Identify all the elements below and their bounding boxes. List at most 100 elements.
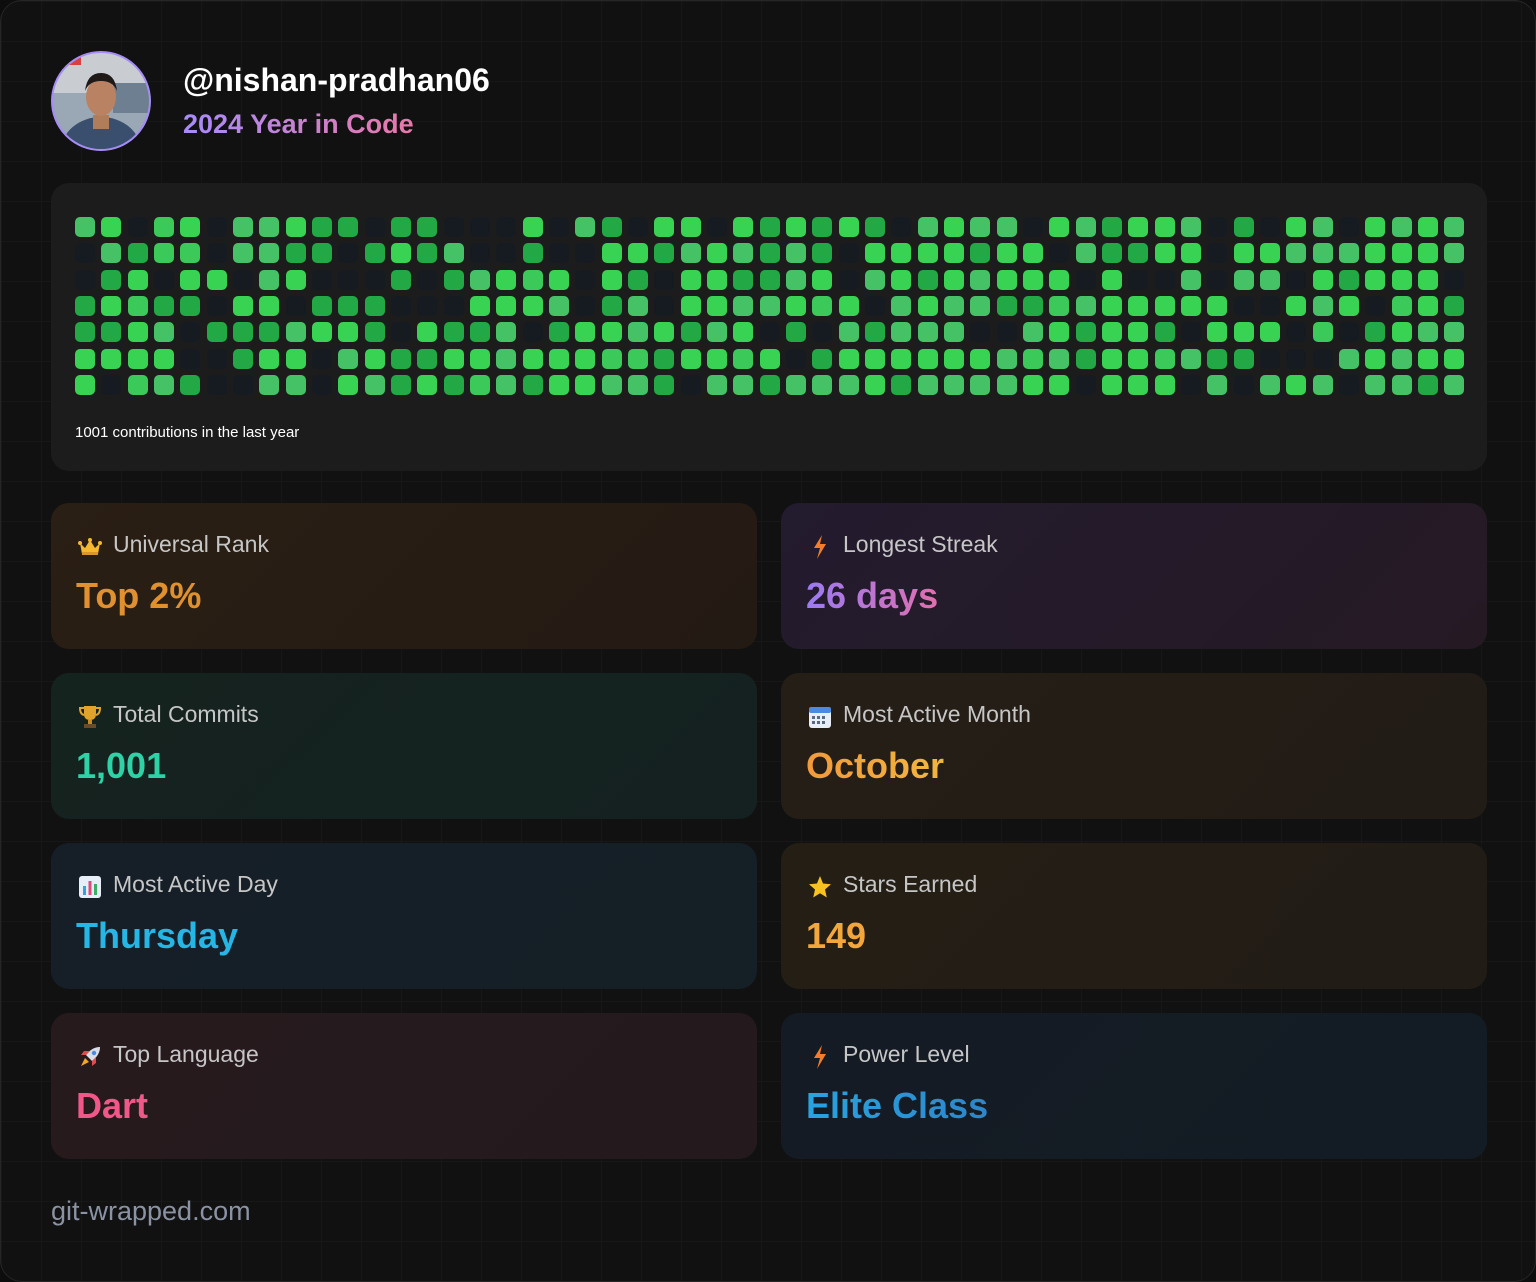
contribution-cell bbox=[1154, 322, 1175, 343]
contribution-cell bbox=[312, 348, 332, 369]
contribution-cell bbox=[548, 375, 569, 395]
stat-label: Most Active Month bbox=[843, 701, 1031, 727]
contribution-cell bbox=[812, 375, 833, 395]
contribution-cell bbox=[733, 243, 754, 264]
contribution-cell bbox=[785, 217, 806, 237]
contribution-cell bbox=[812, 348, 833, 369]
contribution-cell bbox=[733, 269, 754, 290]
contribution-cell bbox=[75, 217, 95, 237]
contribution-cell bbox=[180, 217, 201, 237]
stat-card-stars-earned: Stars Earned 149 bbox=[781, 843, 1487, 989]
contribution-cell bbox=[891, 269, 912, 290]
contribution-cell bbox=[1233, 217, 1254, 237]
contribution-cell bbox=[575, 269, 596, 290]
contribution-cell bbox=[338, 375, 359, 395]
contribution-cell bbox=[285, 375, 306, 395]
bar-chart-icon bbox=[77, 875, 103, 899]
contribution-cell bbox=[943, 322, 964, 343]
contribution-cell bbox=[364, 375, 385, 395]
contribution-cell bbox=[127, 243, 148, 264]
contribution-cell bbox=[154, 322, 174, 343]
contribution-cell bbox=[75, 348, 95, 369]
contribution-cell bbox=[1338, 217, 1359, 237]
contribution-cell bbox=[154, 348, 174, 369]
contribution-cell bbox=[943, 375, 964, 395]
contribution-cell bbox=[785, 375, 806, 395]
contribution-cell bbox=[759, 322, 780, 343]
contribution-cell bbox=[496, 296, 517, 316]
contribution-cell bbox=[75, 375, 95, 395]
contribution-cell bbox=[233, 217, 253, 237]
contribution-cell bbox=[206, 375, 227, 395]
contribution-cell bbox=[943, 217, 964, 237]
contribution-cell bbox=[206, 348, 227, 369]
contribution-cell bbox=[1075, 217, 1096, 237]
stat-card-total-commits: Total Commits 1,001 bbox=[51, 673, 757, 819]
contribution-cell bbox=[101, 269, 122, 290]
contribution-cell bbox=[233, 348, 253, 369]
username: @nishan-pradhan06 bbox=[183, 62, 490, 98]
stat-value: Elite Class bbox=[806, 1085, 989, 1126]
contribution-cell bbox=[364, 322, 385, 343]
contribution-cell bbox=[627, 348, 648, 369]
contribution-cell bbox=[127, 296, 148, 316]
contribution-cell bbox=[1417, 243, 1438, 264]
contribution-cell bbox=[680, 243, 701, 264]
contribution-cell bbox=[1365, 322, 1386, 343]
contribution-cell bbox=[469, 243, 490, 264]
contribution-cell bbox=[522, 348, 543, 369]
contribution-cell bbox=[101, 348, 122, 369]
contribution-cell bbox=[180, 348, 201, 369]
site-link[interactable]: git-wrapped.com bbox=[51, 1196, 251, 1227]
contribution-cell bbox=[1049, 269, 1070, 290]
calendar-icon bbox=[807, 705, 833, 729]
stat-label: Power Level bbox=[843, 1041, 970, 1067]
contribution-cell bbox=[154, 217, 174, 237]
contribution-cell bbox=[575, 217, 596, 237]
contribution-cell bbox=[312, 243, 332, 264]
contribution-cell bbox=[917, 217, 938, 237]
contribution-cell bbox=[996, 243, 1017, 264]
contribution-cell bbox=[180, 269, 201, 290]
contribution-cell bbox=[1286, 375, 1307, 395]
contribution-cell bbox=[391, 296, 411, 316]
contribution-cell bbox=[1075, 243, 1096, 264]
contribution-cell bbox=[1444, 375, 1465, 395]
contribution-cell bbox=[838, 217, 859, 237]
contribution-cell bbox=[996, 375, 1017, 395]
contribution-cell bbox=[180, 375, 201, 395]
contribution-cell bbox=[1338, 243, 1359, 264]
contribution-cell bbox=[733, 296, 754, 316]
contribution-cell bbox=[575, 322, 596, 343]
contribution-cell bbox=[1312, 322, 1333, 343]
contribution-cell bbox=[1444, 269, 1465, 290]
contribution-cell bbox=[312, 269, 332, 290]
contribution-cell bbox=[417, 322, 438, 343]
contribution-caption: 1001 contributions in the last year bbox=[75, 424, 300, 441]
contribution-cell bbox=[1101, 296, 1122, 316]
contribution-cell bbox=[1075, 269, 1096, 290]
stat-value: Thursday bbox=[76, 915, 239, 956]
stat-value: October bbox=[806, 745, 945, 786]
contribution-cell bbox=[864, 322, 885, 343]
contribution-cell bbox=[1417, 269, 1438, 290]
contribution-cell bbox=[364, 243, 385, 264]
contribution-cell bbox=[1233, 243, 1254, 264]
contribution-cell bbox=[917, 322, 938, 343]
contribution-cell bbox=[154, 375, 174, 395]
contribution-cell bbox=[1286, 243, 1307, 264]
contribution-cell bbox=[443, 269, 464, 290]
contribution-cell bbox=[522, 322, 543, 343]
contribution-cell bbox=[469, 348, 490, 369]
contribution-cell bbox=[812, 217, 833, 237]
contribution-cell bbox=[891, 217, 912, 237]
contribution-cell bbox=[1180, 217, 1201, 237]
contribution-cell bbox=[943, 296, 964, 316]
rocket-icon bbox=[77, 1045, 103, 1069]
stat-label: Longest Streak bbox=[843, 531, 998, 557]
contribution-cell bbox=[1022, 243, 1043, 264]
stat-value: Top 2% bbox=[76, 575, 202, 616]
contribution-cell bbox=[917, 348, 938, 369]
contribution-cell bbox=[654, 269, 675, 290]
stat-card-universal-rank: Universal Rank Top 2% bbox=[51, 503, 757, 649]
